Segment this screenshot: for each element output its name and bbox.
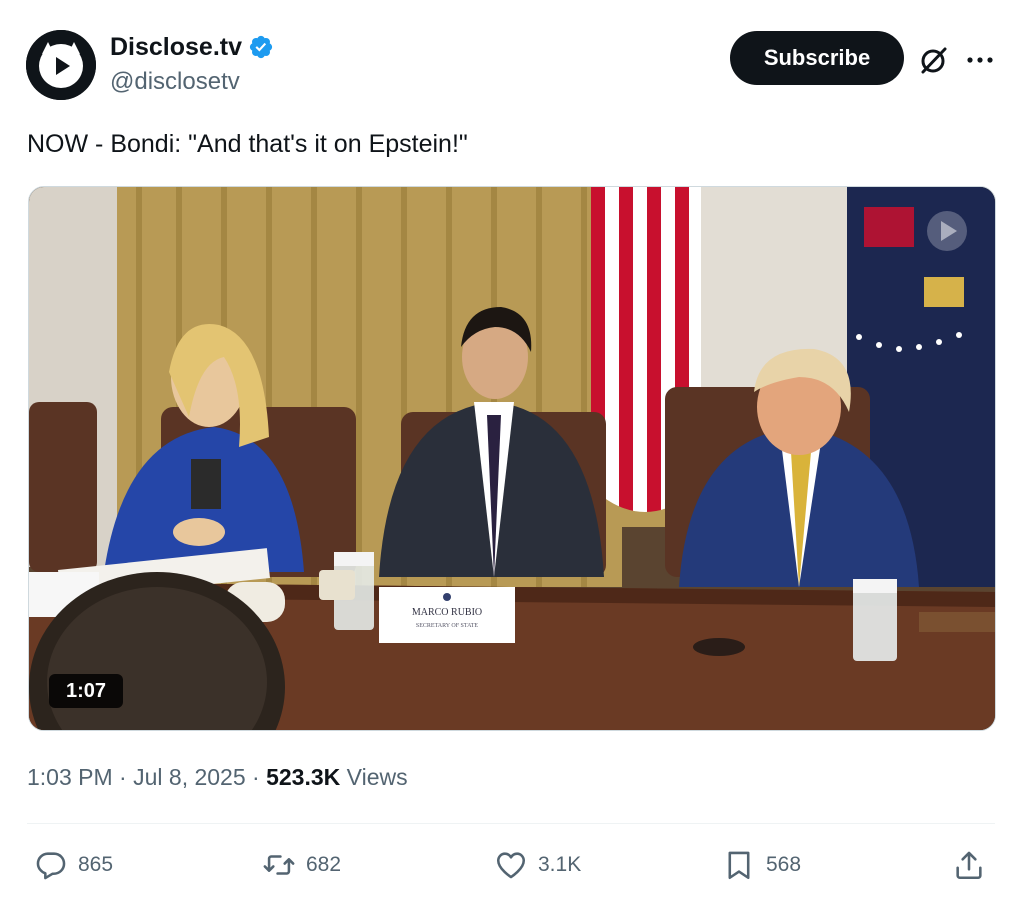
views-label: Views: [340, 764, 408, 790]
disclose-logo-icon: [26, 30, 96, 100]
placard-name: MARCO RUBIO: [412, 607, 482, 618]
author-name[interactable]: Disclose.tv: [110, 30, 274, 64]
meta-separator: ·: [245, 764, 267, 790]
grok-icon[interactable]: [918, 44, 950, 76]
meta-separator: ·: [112, 764, 134, 790]
reply-button[interactable]: 865: [34, 845, 113, 885]
author-name-text: Disclose.tv: [110, 33, 243, 61]
like-button[interactable]: 3.1K: [494, 845, 581, 885]
verified-badge-icon: [249, 35, 273, 59]
post-text: NOW - Bondi: "And that's it on Epstein!": [27, 130, 468, 158]
subscribe-button[interactable]: Subscribe: [730, 31, 904, 85]
placard-title: SECRETARY OF STATE: [416, 623, 478, 629]
repost-icon: [263, 855, 295, 875]
author-avatar[interactable]: [26, 30, 96, 100]
bookmark-icon: [728, 851, 750, 880]
post-meta: 1:03 PM · Jul 8, 2025 · 523.3K Views: [27, 760, 408, 794]
action-divider: [27, 823, 995, 824]
share-button[interactable]: [952, 845, 986, 885]
share-icon: [956, 851, 982, 880]
repost-button[interactable]: 682: [262, 845, 341, 885]
post-time[interactable]: 1:03 PM: [27, 760, 113, 794]
tweet-card: Disclose.tv @disclosetv Subscribe NOW - …: [0, 0, 1024, 904]
reply-icon: [36, 852, 66, 880]
author-handle[interactable]: @disclosetv: [110, 67, 240, 97]
heart-icon: [496, 852, 526, 879]
like-count: 3.1K: [538, 853, 582, 876]
video-duration-badge: 1:07: [49, 674, 123, 708]
repost-count: 682: [306, 853, 342, 876]
video-frame: MARCO RUBIO SECRETARY OF STATE: [29, 187, 995, 730]
bookmark-button[interactable]: 568: [722, 845, 801, 885]
video-player[interactable]: MARCO RUBIO SECRETARY OF STATE: [28, 186, 996, 731]
post-date[interactable]: Jul 8, 2025: [133, 760, 246, 794]
reply-count: 865: [78, 853, 114, 876]
more-icon[interactable]: [962, 44, 998, 76]
views-count[interactable]: 523.3K: [266, 760, 340, 794]
bookmark-count: 568: [766, 853, 802, 876]
